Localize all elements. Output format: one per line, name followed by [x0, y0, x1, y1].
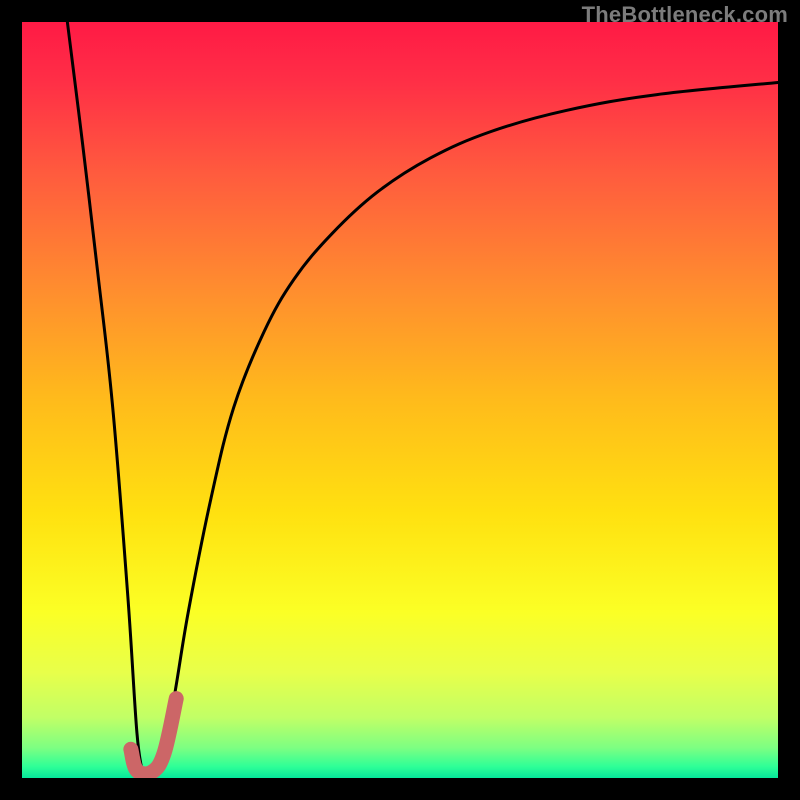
chart-svg	[22, 22, 778, 778]
plot-area	[22, 22, 778, 778]
outer-frame: TheBottleneck.com	[0, 0, 800, 800]
gradient-bg	[22, 22, 778, 778]
watermark-text: TheBottleneck.com	[582, 2, 788, 28]
